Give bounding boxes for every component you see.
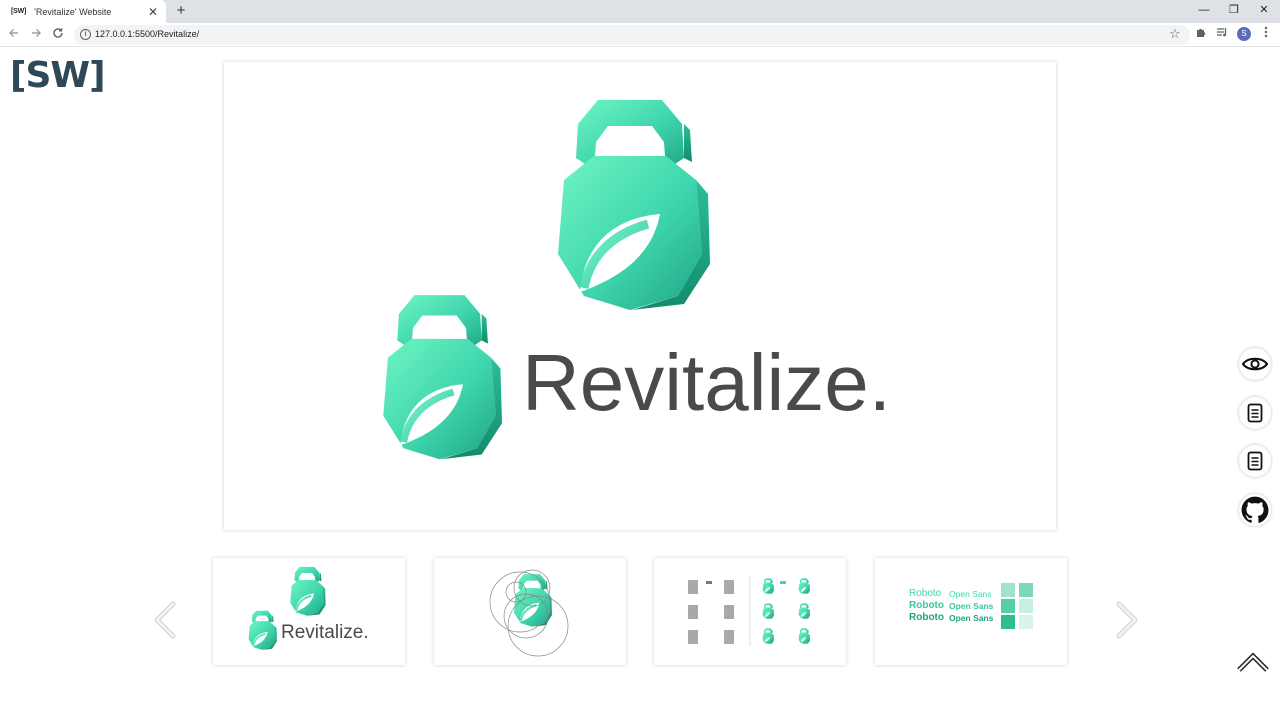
document-icon: [1247, 451, 1263, 471]
tab-favicon: [SW]: [11, 8, 27, 15]
reload-icon: [53, 28, 63, 38]
puzzle-icon: [1197, 28, 1206, 37]
back-arrow-icon: [9, 29, 18, 37]
extensions-button[interactable]: [1192, 26, 1210, 44]
forward-button[interactable]: [27, 26, 45, 44]
thumbnail-typography-colors[interactable]: Roboto Roboto Roboto Open Sans Open Sans…: [875, 558, 1067, 665]
thumbnail-wordmark: Revitalize.: [281, 622, 369, 643]
thumbnail-2-graphic: [489, 569, 569, 657]
thumbnail-1-graphic: Revitalize.: [247, 566, 369, 650]
tab-strip: [SW] 'Revitalize' Website ✕ + — ❐ ✕: [0, 0, 1280, 23]
minimize-button[interactable]: —: [1189, 0, 1219, 20]
new-tab-button[interactable]: +: [172, 2, 190, 20]
kettlebell-logo-small: [383, 295, 502, 459]
font-sample-roboto-bold: Roboto: [909, 612, 944, 623]
forward-arrow-icon: [32, 29, 41, 37]
media-controls-button[interactable]: [1213, 26, 1231, 44]
address-bar: i 127.0.0.1:5500/Revitalize/ ☆: [0, 23, 1280, 47]
main-preview-image: Revitalize.: [224, 62, 1056, 530]
playlist-icon: [1217, 28, 1227, 37]
font-sample-roboto-light: Roboto: [909, 588, 942, 599]
revitalize-logo-preview: Revitalize.: [224, 62, 891, 530]
document-icon: [1247, 403, 1263, 423]
github-button[interactable]: [1239, 494, 1271, 526]
preview-button[interactable]: [1239, 348, 1271, 380]
eye-icon: [1242, 357, 1268, 371]
bookmark-star-icon[interactable]: ☆: [1169, 26, 1181, 42]
tab-close-icon[interactable]: ✕: [146, 5, 160, 19]
brand-wordmark: Revitalize.: [522, 338, 891, 427]
thumbnail-construction-grid[interactable]: [434, 558, 626, 665]
font-sample-opensans-light: Open Sans: [949, 589, 992, 599]
document-button-2[interactable]: [1239, 445, 1271, 477]
github-icon: [1241, 496, 1269, 523]
color-swatches: [1001, 583, 1033, 629]
carousel-prev-button[interactable]: [151, 600, 181, 640]
scroll-to-top-button[interactable]: [1236, 650, 1270, 674]
restore-button[interactable]: ❐: [1219, 0, 1249, 20]
back-button[interactable]: [5, 26, 23, 44]
browser-menu-button[interactable]: [1257, 26, 1275, 44]
chevron-right-icon: [1116, 601, 1138, 639]
kettlebell-logo-large: [558, 100, 710, 310]
site-logo[interactable]: [SW]: [10, 55, 106, 96]
site-info-icon[interactable]: i: [80, 29, 91, 40]
browser-tab[interactable]: [SW] 'Revitalize' Website ✕: [0, 0, 166, 23]
thumbnail-3-graphic: [688, 576, 810, 646]
chevron-up-icon: [1237, 652, 1269, 672]
url-text: 127.0.0.1:5500/Revitalize/: [95, 29, 200, 39]
kebab-menu-icon: [1264, 26, 1268, 38]
tab-title: 'Revitalize' Website: [34, 6, 112, 17]
chevron-left-icon: [154, 601, 176, 639]
font-sample-opensans-regular: Open Sans: [949, 601, 994, 611]
document-button-1[interactable]: [1239, 397, 1271, 429]
url-input[interactable]: i 127.0.0.1:5500/Revitalize/ ☆: [74, 25, 1190, 45]
thumbnail-logo-wordmark[interactable]: Revitalize.: [213, 558, 405, 665]
thumbnail-logo-variations[interactable]: [654, 558, 846, 665]
carousel-next-button[interactable]: [1111, 600, 1141, 640]
font-sample-opensans-bold: Open Sans: [949, 613, 994, 623]
profile-avatar[interactable]: S: [1237, 27, 1251, 41]
reload-button[interactable]: [49, 26, 67, 44]
font-sample-roboto-regular: Roboto: [909, 600, 944, 611]
close-window-button[interactable]: ✕: [1249, 0, 1279, 20]
